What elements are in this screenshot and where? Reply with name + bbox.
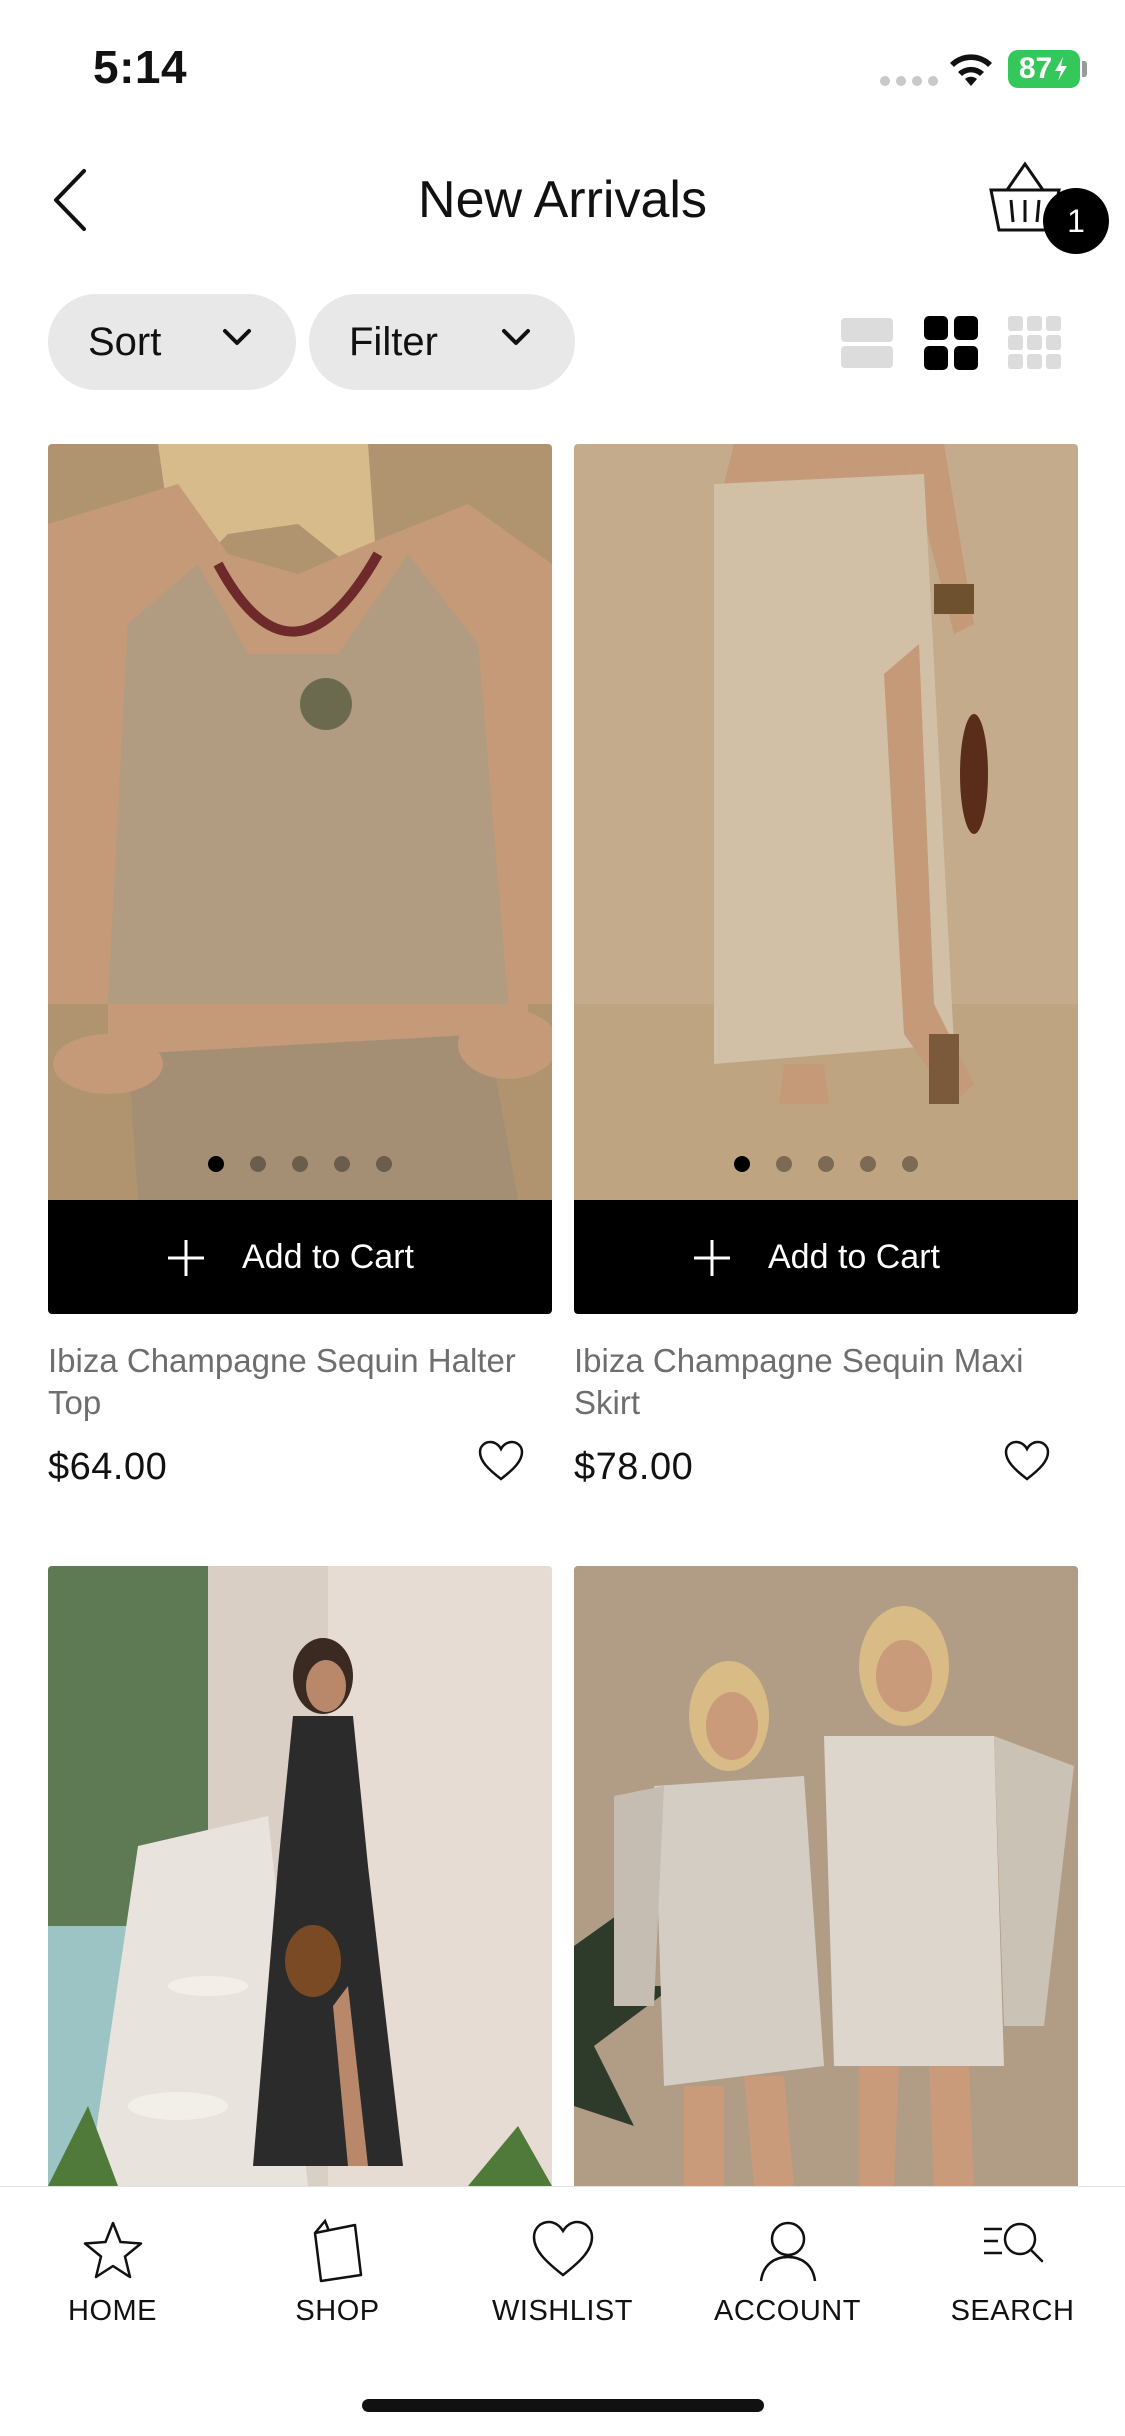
chevron-down-icon [223, 329, 251, 345]
three-column-grid-view-icon[interactable] [1008, 316, 1062, 370]
product-image[interactable] [574, 1566, 1078, 2186]
star-icon [83, 2221, 143, 2279]
product-card[interactable] [574, 1566, 1078, 2186]
carousel-dot[interactable] [292, 1156, 308, 1172]
tab-label: SEARCH [950, 2295, 1075, 2327]
battery-nub [1082, 61, 1087, 77]
carousel-dot[interactable] [734, 1156, 750, 1172]
filter-button[interactable]: Filter [309, 294, 575, 390]
image-carousel-dots [574, 1156, 1078, 1172]
tab-home[interactable]: HOME [0, 2207, 225, 2327]
product-image[interactable] [574, 444, 1078, 1200]
sort-label: Sort [88, 319, 162, 364]
product-card[interactable]: Add to Cart Ibiza Champagne Sequin Halte… [48, 444, 552, 1494]
tab-wishlist[interactable]: WISHLIST [450, 2207, 675, 2327]
carousel-dot[interactable] [902, 1156, 918, 1172]
plus-icon [694, 1240, 730, 1276]
heart-icon [532, 2220, 594, 2277]
toolbar: Sort Filter [0, 292, 1125, 392]
shopping-bag-icon [313, 2218, 363, 2283]
chevron-down-icon [502, 329, 530, 345]
tab-search[interactable]: SEARCH [900, 2207, 1125, 2327]
page-title: New Arrivals [418, 171, 707, 229]
battery-level: 87 [1018, 52, 1053, 85]
product-image[interactable] [48, 444, 552, 1200]
carousel-dot[interactable] [250, 1156, 266, 1172]
cart-count-badge: 1 [1043, 188, 1109, 254]
product-price: $78.00 [574, 1446, 694, 1488]
cart-button[interactable]: 1 [985, 160, 1115, 260]
tab-label: HOME [68, 2295, 157, 2327]
search-icon [984, 2222, 1044, 2263]
two-column-grid-view-icon[interactable] [924, 316, 978, 370]
tab-label: SHOP [295, 2295, 380, 2327]
image-carousel-dots [48, 1156, 552, 1172]
product-price: $64.00 [48, 1446, 168, 1488]
carousel-dot[interactable] [208, 1156, 224, 1172]
carousel-dot[interactable] [860, 1156, 876, 1172]
wifi-icon [950, 54, 992, 86]
product-card[interactable] [48, 1566, 552, 2186]
single-column-view-icon[interactable] [840, 316, 894, 370]
product-photo-maxi-skirt [574, 444, 1078, 1200]
tab-account[interactable]: ACCOUNT [675, 2207, 900, 2327]
status-bar: 5:14 87 [0, 0, 1125, 140]
tab-shop[interactable]: SHOP [225, 2207, 450, 2327]
plus-icon [168, 1240, 204, 1276]
add-to-cart-button[interactable]: Add to Cart [574, 1200, 1078, 1314]
product-photo-black-maxi-dress [48, 1566, 552, 2186]
add-to-cart-label: Add to Cart [768, 1237, 940, 1276]
bottom-tab-bar: HOME SHOP WISHLIST ACCOUNT SEARCH [0, 2186, 1125, 2436]
wishlist-heart-icon[interactable] [1004, 1440, 1050, 1482]
tab-label: WISHLIST [492, 2295, 633, 2327]
carousel-dot[interactable] [376, 1156, 392, 1172]
carousel-dot[interactable] [818, 1156, 834, 1172]
product-card[interactable]: Add to Cart Ibiza Champagne Sequin Maxi … [574, 444, 1078, 1494]
wishlist-heart-icon[interactable] [478, 1440, 524, 1482]
carousel-dot[interactable] [776, 1156, 792, 1172]
product-photo-sequin-mini-dresses [574, 1566, 1078, 2186]
product-name[interactable]: Ibiza Champagne Sequin Halter Top [48, 1340, 552, 1424]
battery-icon: 87 [1008, 50, 1080, 88]
carousel-dot[interactable] [334, 1156, 350, 1172]
sort-button[interactable]: Sort [48, 294, 296, 390]
product-image[interactable] [48, 1566, 552, 2186]
filter-label: Filter [349, 319, 438, 364]
status-time: 5:14 [93, 41, 188, 93]
header: New Arrivals 1 [0, 140, 1125, 260]
user-icon [759, 2221, 817, 2282]
add-to-cart-button[interactable]: Add to Cart [48, 1200, 552, 1314]
product-photo-halter-top [48, 444, 552, 1200]
add-to-cart-label: Add to Cart [242, 1237, 414, 1276]
product-name[interactable]: Ibiza Champagne Sequin Maxi Skirt [574, 1340, 1078, 1424]
home-indicator[interactable] [362, 2399, 764, 2412]
cellular-signal-icon [880, 76, 938, 86]
tab-label: ACCOUNT [714, 2295, 861, 2327]
